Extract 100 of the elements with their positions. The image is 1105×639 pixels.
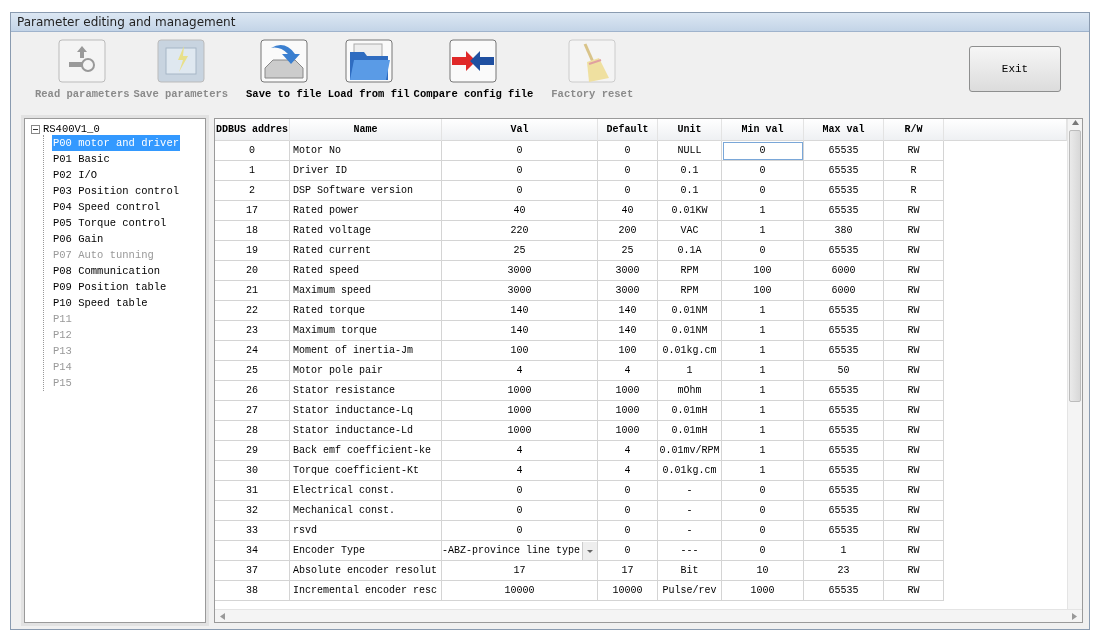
table-cell[interactable]: 3000 [442,281,598,301]
table-cell[interactable]: 25 [442,241,598,261]
tree-item[interactable]: P08 Communication [52,263,162,279]
table-cell[interactable]: 0 [722,141,804,161]
table-cell[interactable]: 0 [722,481,804,501]
table-cell[interactable]: 0 [722,541,804,561]
column-header[interactable]: Name [290,119,442,141]
column-header[interactable]: R/W [884,119,944,141]
table-cell[interactable]: 1 [722,421,804,441]
tree-item[interactable]: P09 Position table [52,279,168,295]
toolbar-button[interactable]: Compare config file [411,38,536,100]
table-cell: RW [884,561,944,581]
tree-item[interactable]: RS400V1_0 [43,123,100,135]
toolbar-button[interactable]: Save to file [244,38,324,100]
tree-item[interactable]: P01 Basic [52,151,111,167]
table-cell[interactable]: 4 [442,441,598,461]
table-cell[interactable]: 3000 [442,261,598,281]
table-cell: R [884,181,944,201]
table-cell[interactable]: 0 [722,241,804,261]
table-cell[interactable]: 100 [442,341,598,361]
table-cell[interactable]: 4 [442,361,598,381]
table-cell[interactable]: 1000 [442,421,598,441]
table-cell[interactable]: 0 [722,161,804,181]
table-cell[interactable]: 0 [722,501,804,521]
tree-item[interactable]: P06 Gain [52,231,105,247]
table-cell[interactable]: 10 [722,561,804,581]
table-cell: 200 [598,221,658,241]
table-cell[interactable]: 1 [722,381,804,401]
table-cell[interactable]: 1 [722,221,804,241]
table-cell: 33 [215,521,290,541]
table-cell[interactable]: 1 [722,341,804,361]
table-cell: - [658,481,722,501]
table-cell: 0.01kg.cm [658,461,722,481]
table-cell: 27 [215,401,290,421]
table-cell[interactable]: 0 [442,161,598,181]
table-cell[interactable]: 0 [722,521,804,541]
table-cell[interactable]: 0 [442,181,598,201]
table-cell[interactable]: 40 [442,201,598,221]
table-cell: 25 [598,241,658,261]
table-cell[interactable]: 1000 [442,401,598,421]
table-cell[interactable]: 140 [442,321,598,341]
tree-item[interactable]: P04 Speed control [52,199,162,215]
toolbar-button[interactable]: Load from fil [325,38,412,100]
table-cell[interactable]: 0 [722,181,804,201]
table-cell: 30 [215,461,290,481]
table-cell[interactable]: 17 [442,561,598,581]
table-cell[interactable]: 0 [442,141,598,161]
tree-item[interactable]: P10 Speed table [52,295,149,311]
table-cell[interactable]: 100 [722,281,804,301]
horizontal-scrollbar[interactable] [215,609,1082,622]
column-header[interactable]: Val [442,119,598,141]
table-cell[interactable]: 1 [722,321,804,341]
collapse-icon[interactable] [31,124,40,134]
table-cell: 17 [215,201,290,221]
table-cell: 65535 [804,381,884,401]
vertical-scrollbar[interactable] [1067,119,1082,609]
column-header[interactable]: Default [598,119,658,141]
table-cell: 6000 [804,281,884,301]
scroll-left-icon[interactable] [219,612,226,620]
table-cell[interactable]: 1 [722,441,804,461]
tree-item[interactable]: P02 I/O [52,167,99,183]
table-cell[interactable]: 1000 [442,381,598,401]
window-title: Parameter editing and management [17,15,236,29]
table-cell[interactable]: 10000 [442,581,598,601]
table-cell[interactable]: 0 [442,521,598,541]
table-cell[interactable]: 1 [722,361,804,381]
table-cell: 65535 [804,461,884,481]
table-cell: 23 [215,321,290,341]
column-header[interactable]: Max val [804,119,884,141]
dropdown[interactable]: -ABZ-province line type [442,541,598,561]
table-cell[interactable]: 1 [722,301,804,321]
table-cell: 65535 [804,341,884,361]
table-cell[interactable]: 1 [722,401,804,421]
exit-button[interactable]: Exit [969,46,1061,92]
table-cell[interactable]: 140 [442,301,598,321]
column-header[interactable]: DDBUS addres [215,119,290,141]
table-cell: 6000 [804,261,884,281]
table-cell[interactable]: 1 [722,201,804,221]
tree-item[interactable]: P03 Position control [52,183,181,199]
table-cell[interactable]: 0 [442,501,598,521]
table-cell[interactable]: 1000 [722,581,804,601]
table-cell: Rated power [290,201,442,221]
table-cell[interactable]: 4 [442,461,598,481]
table-cell: DSP Software version [290,181,442,201]
table-cell: 140 [598,321,658,341]
table-cell[interactable]: 220 [442,221,598,241]
table-cell: RW [884,301,944,321]
table-cell: RW [884,401,944,421]
folder-icon [343,38,394,84]
table-cell[interactable]: 0 [442,481,598,501]
table-cell: 65535 [804,401,884,421]
column-header[interactable]: Unit [658,119,722,141]
table-cell[interactable]: 1 [722,461,804,481]
column-header[interactable]: Min val [722,119,804,141]
table-cell: 140 [598,301,658,321]
scroll-right-icon[interactable] [1071,612,1078,620]
table-cell: - [658,521,722,541]
scroll-up-icon[interactable] [1071,119,1079,126]
table-cell[interactable]: 100 [722,261,804,281]
tree-item[interactable]: P05 Torque control [52,215,168,231]
